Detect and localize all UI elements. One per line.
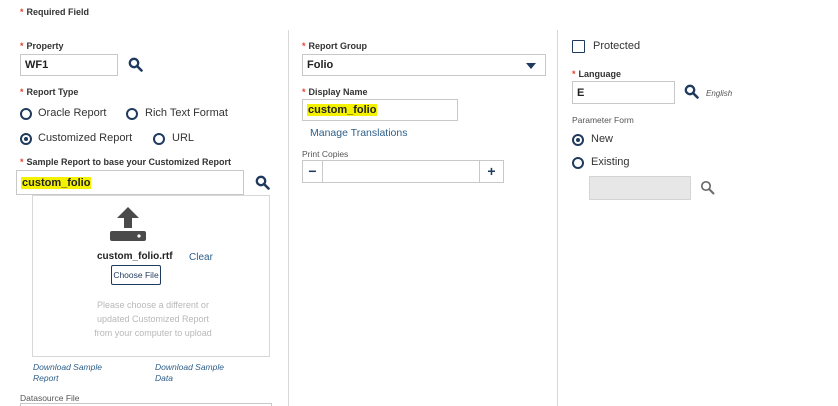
- language-name: English: [706, 89, 733, 98]
- radio-param-new-label: New: [591, 133, 614, 145]
- clear-link[interactable]: Clear: [189, 252, 213, 263]
- language-search-icon[interactable]: [684, 84, 699, 99]
- radio-rich-text-format[interactable]: [126, 108, 138, 120]
- upload-help-text: Please choose a different or updated Cus…: [94, 300, 212, 338]
- property-input[interactable]: WF1: [20, 54, 118, 76]
- column-divider-2: [557, 30, 558, 406]
- sample-report-input[interactable]: custom_folio: [16, 170, 244, 195]
- chevron-down-icon: [526, 63, 536, 69]
- parameter-form-label: Parameter Form: [572, 115, 634, 125]
- uploaded-file-name: custom_folio.rtf: [97, 251, 173, 262]
- protected-checkbox[interactable]: [572, 40, 585, 53]
- language-label: * Language: [572, 69, 622, 79]
- existing-form-input: [589, 176, 691, 200]
- radio-customized-report-label: Customized Report: [38, 132, 133, 144]
- radio-customized-report[interactable]: [20, 133, 32, 145]
- radio-url[interactable]: [153, 133, 165, 145]
- language-input[interactable]: E: [572, 81, 675, 104]
- sample-report-search-icon[interactable]: [255, 175, 270, 190]
- decrement-button[interactable]: −: [303, 161, 323, 182]
- choose-file-button[interactable]: Choose File: [111, 265, 161, 285]
- report-group-label: * Report Group: [302, 41, 368, 51]
- radio-rich-text-format-label: Rich Text Format: [145, 107, 228, 119]
- existing-form-search-icon[interactable]: [700, 180, 715, 195]
- radio-param-existing[interactable]: [572, 157, 584, 169]
- display-name-label: * Display Name: [302, 87, 368, 97]
- radio-param-new[interactable]: [572, 134, 584, 146]
- protected-label: Protected: [593, 40, 641, 52]
- sample-report-label: * Sample Report to base your Customized R…: [20, 157, 232, 167]
- report-type-label: * Report Type: [20, 87, 79, 97]
- manage-translations-link[interactable]: Manage Translations: [310, 127, 407, 139]
- column-divider-1: [288, 30, 289, 406]
- download-sample-report-link[interactable]: Download Sample Report: [33, 362, 102, 384]
- radio-url-label: URL: [172, 132, 195, 144]
- increment-button[interactable]: +: [479, 161, 503, 182]
- print-copies-stepper[interactable]: − +: [302, 160, 504, 183]
- upload-icon: [108, 206, 148, 242]
- datasource-file-label: Datasource File: [20, 393, 80, 403]
- radio-oracle-report-label: Oracle Report: [38, 107, 107, 119]
- property-search-icon[interactable]: [128, 57, 143, 72]
- property-label: * Property: [20, 41, 64, 51]
- download-sample-data-link[interactable]: Download Sample Data: [155, 362, 224, 384]
- radio-param-existing-label: Existing: [591, 156, 630, 168]
- required-field-note: * Required Field: [20, 7, 90, 17]
- radio-oracle-report[interactable]: [20, 108, 32, 120]
- file-upload-area[interactable]: custom_folio.rtf Clear Choose File Pleas…: [32, 195, 270, 357]
- print-copies-label: Print Copies: [302, 149, 349, 159]
- display-name-input[interactable]: custom_folio: [302, 99, 458, 121]
- report-group-select[interactable]: Folio: [302, 54, 546, 76]
